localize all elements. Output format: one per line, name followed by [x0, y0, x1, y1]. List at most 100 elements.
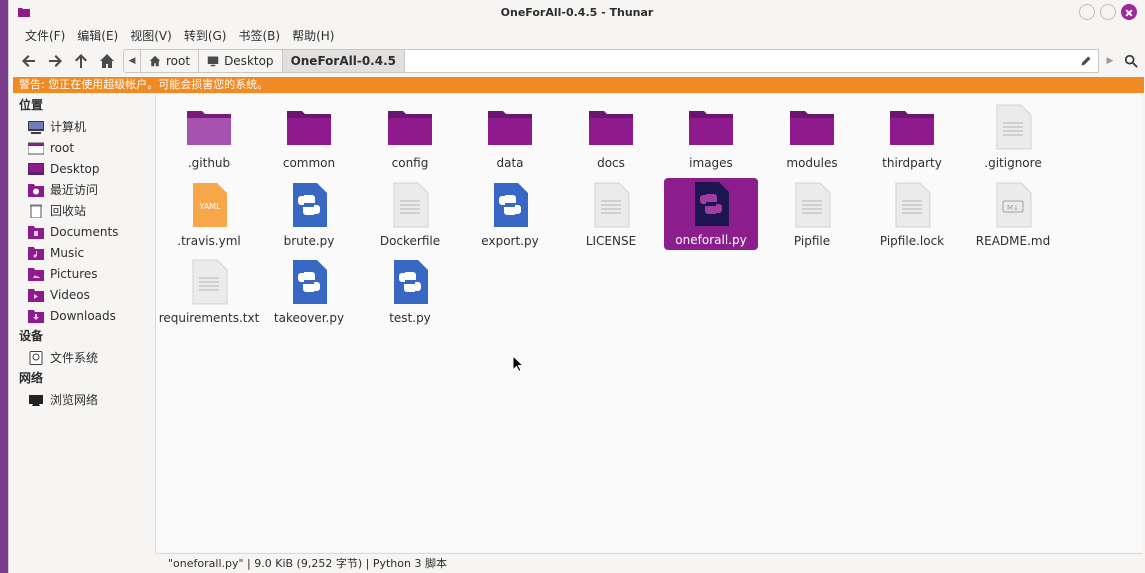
menu-view[interactable]: 视图(V)	[124, 25, 178, 45]
file-name: .gitignore	[984, 156, 1042, 170]
breadcrumb-label: OneForAll-0.4.5	[290, 54, 396, 68]
file-item-github[interactable]: .github	[162, 101, 256, 173]
mouse-pointer-icon	[512, 355, 524, 373]
sidebar-item-downloads[interactable]: Downloads	[13, 305, 150, 326]
minimize-button[interactable]	[1079, 4, 1095, 20]
sidebar-item-pictures[interactable]: Pictures	[13, 263, 150, 284]
breadcrumb-desktop[interactable]: Desktop	[199, 49, 283, 73]
window-controls	[1079, 4, 1137, 20]
file-item-export-py[interactable]: export.py	[463, 179, 557, 251]
sidebar-item-desktop[interactable]: Desktop	[13, 158, 150, 179]
menu-help[interactable]: 帮助(H)	[286, 25, 340, 45]
breadcrumb-current[interactable]: OneForAll-0.4.5	[282, 49, 405, 73]
breadcrumb-label: Desktop	[224, 54, 274, 68]
path-scroll-right-button[interactable]: ▶	[1103, 49, 1117, 73]
toolbar: ◀ root Desktop OneForAll-0.4.5 ▶	[9, 47, 1145, 75]
sidebar-item-label: Music	[50, 245, 85, 260]
file-item-pipfile[interactable]: Pipfile	[765, 179, 859, 251]
markdown-file-icon: M↓	[996, 182, 1032, 228]
menu-go[interactable]: 转到(G)	[178, 25, 233, 45]
folder-icon	[287, 111, 331, 145]
sidebar-item-root[interactable]: root	[13, 137, 150, 158]
sidebar-item-label: 最近访问	[50, 183, 99, 197]
breadcrumb-root[interactable]: root	[141, 49, 200, 73]
text-file-icon	[795, 182, 831, 228]
menu-edit[interactable]: 编辑(E)	[71, 25, 124, 45]
file-item-images[interactable]: images	[664, 101, 758, 173]
back-button[interactable]	[17, 49, 41, 73]
file-item-modules[interactable]: modules	[765, 101, 859, 173]
arrow-right-icon	[49, 55, 62, 67]
file-item-brute-py[interactable]: brute.py	[262, 179, 356, 251]
sidebar-item-computer[interactable]: 计算机	[13, 116, 150, 137]
forward-button[interactable]	[43, 49, 67, 73]
sidebar-item-filesystem[interactable]: 文件系统	[13, 347, 150, 368]
sidebar-item-label: Videos	[50, 287, 90, 302]
sidebar-item-music[interactable]: Music	[13, 242, 150, 263]
status-bar: "oneforall.py" | 9.0 KiB (9,252 字节) | Py…	[156, 553, 1142, 573]
sidebar-item-trash[interactable]: 回收站	[13, 200, 150, 221]
pencil-icon[interactable]	[1080, 55, 1092, 67]
sidebar-item-recent[interactable]: 最近访问	[13, 179, 150, 200]
file-item-data[interactable]: data	[463, 101, 557, 173]
file-item-oneforall-py[interactable]: oneforall.py	[664, 178, 758, 250]
file-item-dockerfile[interactable]: Dockerfile	[363, 179, 457, 251]
close-button[interactable]	[1121, 4, 1137, 20]
drive-icon	[29, 350, 43, 365]
file-name: .travis.yml	[177, 234, 241, 248]
file-item-gitignore[interactable]: .gitignore	[966, 101, 1060, 173]
file-name: README.md	[975, 234, 1051, 248]
sidebar: 位置 计算机 root Desktop 最近访问 回收站 Documents M…	[13, 95, 150, 553]
file-item-docs[interactable]: docs	[564, 101, 658, 173]
file-name: export.py	[481, 234, 539, 248]
file-item-test-py[interactable]: test.py	[363, 256, 457, 328]
file-name: modules	[786, 156, 838, 170]
file-name: requirements.txt	[158, 311, 260, 325]
file-name: config	[391, 156, 429, 170]
file-name: Dockerfile	[379, 234, 441, 248]
computer-icon	[28, 120, 44, 134]
menu-file[interactable]: 文件(F)	[19, 25, 71, 45]
file-item-pipfile-lock[interactable]: Pipfile.lock	[865, 179, 959, 251]
sidebar-item-documents[interactable]: Documents	[13, 221, 150, 242]
file-item-thirdparty[interactable]: thirdparty	[865, 101, 959, 173]
python-file-icon	[293, 183, 327, 227]
home-button[interactable]	[95, 49, 119, 73]
up-button[interactable]	[69, 49, 93, 73]
search-icon	[1124, 54, 1138, 68]
home-icon	[149, 55, 161, 67]
file-item-travis-yml[interactable]: YAML .travis.yml	[162, 179, 256, 251]
file-item-readme-md[interactable]: M↓ README.md	[966, 179, 1060, 251]
sidebar-item-label: root	[50, 140, 75, 155]
path-scroll-left-button[interactable]: ◀	[123, 49, 141, 73]
file-name: LICENSE	[585, 234, 637, 248]
menu-bookmarks[interactable]: 书签(B)	[232, 25, 286, 45]
file-item-common[interactable]: common	[262, 101, 356, 173]
file-item-config[interactable]: config	[363, 101, 457, 173]
documents-folder-icon	[28, 225, 44, 239]
title-bar[interactable]: OneForAll-0.4.5 - Thunar	[9, 0, 1145, 24]
file-name: .github	[187, 156, 231, 170]
folder-icon	[488, 111, 532, 145]
maximize-button[interactable]	[1100, 4, 1116, 20]
location-entry[interactable]	[404, 49, 1099, 73]
file-item-requirements-txt[interactable]: requirements.txt	[159, 256, 259, 328]
folder-icon	[589, 111, 633, 145]
sidebar-item-browse-network[interactable]: 浏览网络	[13, 389, 150, 410]
file-name: images	[689, 156, 733, 170]
trash-icon	[30, 204, 42, 218]
pictures-folder-icon	[28, 267, 44, 281]
thunar-window: OneForAll-0.4.5 - Thunar 文件(F) 编辑(E) 视图(…	[8, 0, 1145, 573]
python-file-icon	[394, 260, 428, 304]
file-item-takeover-py[interactable]: takeover.py	[262, 256, 356, 328]
sidebar-item-label: 浏览网络	[50, 393, 99, 407]
network-icon	[29, 394, 43, 406]
file-item-license[interactable]: LICENSE	[564, 179, 658, 251]
file-name: docs	[597, 156, 625, 170]
sidebar-item-videos[interactable]: Videos	[13, 284, 150, 305]
folder-icon	[890, 111, 934, 145]
python-file-icon	[494, 183, 528, 227]
file-name: takeover.py	[273, 311, 345, 325]
file-view[interactable]: .github common config data docs images m…	[156, 95, 1142, 552]
search-button[interactable]	[1117, 49, 1145, 73]
